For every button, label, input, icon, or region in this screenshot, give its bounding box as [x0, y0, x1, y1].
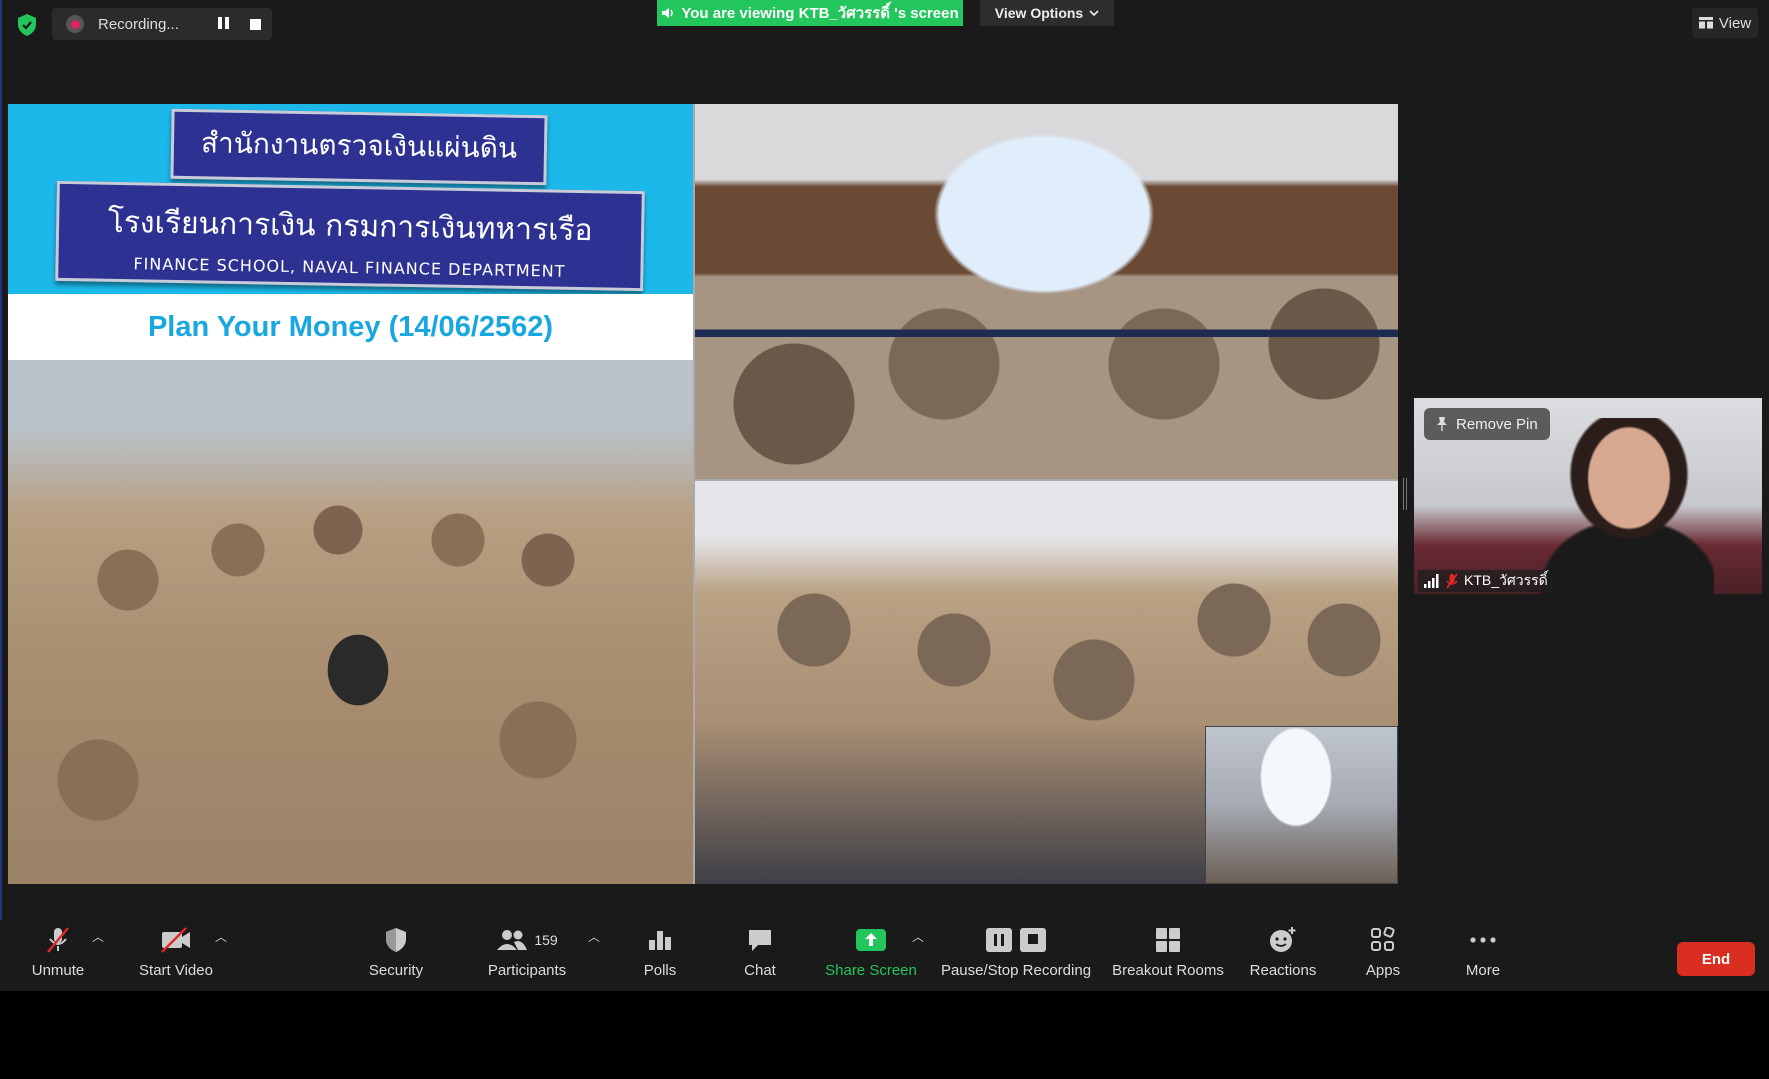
- meeting-toolbar: Unmute ︿ Start Video ︿ Security 159 Part…: [0, 920, 1769, 991]
- recording-text: Recording...: [98, 15, 179, 33]
- view-options-label: View Options: [994, 5, 1084, 21]
- more-label: More: [1465, 962, 1501, 979]
- polls-button[interactable]: Polls: [640, 920, 680, 991]
- share-screen-label: Share Screen: [825, 962, 917, 979]
- grid-view-icon: [1698, 17, 1713, 29]
- participant-name-tag: KTB_วัศวรรดิ์: [1418, 570, 1554, 592]
- photo-divider: [693, 104, 695, 884]
- viewing-screen-banner: You are viewing KTB_วัศวรรดิ์ 's screen: [657, 0, 963, 26]
- apps-label: Apps: [1365, 962, 1401, 979]
- participant-name: KTB_วัศวรรดิ์: [1464, 572, 1548, 588]
- participants-count: 159: [534, 932, 558, 948]
- speaker-icon: [662, 8, 674, 18]
- chat-bubble-icon: [746, 920, 774, 960]
- view-options-button[interactable]: View Options: [980, 0, 1114, 26]
- recording-dot-icon: [66, 15, 84, 33]
- classroom-inset-photo: [1205, 726, 1398, 884]
- participant-video: [1534, 418, 1714, 594]
- slide-plate-agency: สำนักงานตรวจเงินแผ่นดิน: [170, 108, 548, 186]
- pause-stop-icon: [985, 920, 1047, 960]
- remove-pin-label: Remove Pin: [1456, 415, 1538, 433]
- slide-header: สำนักงานตรวจเงินแผ่นดิน โรงเรียนการเงิน …: [8, 104, 693, 294]
- polls-label: Polls: [643, 962, 677, 979]
- apps-button[interactable]: Apps: [1362, 920, 1404, 991]
- slide-plate-school-thai: โรงเรียนการเงิน กรมการเงินทหารเรือ: [107, 204, 593, 249]
- pause-stop-recording-button[interactable]: Pause/Stop Recording: [940, 920, 1092, 991]
- view-button-label: View: [1718, 14, 1752, 32]
- classroom-presentation-photo: [694, 104, 1398, 480]
- shared-screen: สำนักงานตรวจเงินแผ่นดิน โรงเรียนการเงิน …: [8, 104, 1398, 884]
- view-button[interactable]: View: [1692, 8, 1758, 38]
- zoom-meeting-window: Recording... You are viewing KTB_วัศวรรด…: [0, 0, 1769, 1079]
- muted-mic-icon: [1446, 573, 1458, 589]
- start-video-button[interactable]: Start Video: [134, 920, 218, 991]
- slide-plate-school-english: FINANCE SCHOOL, NAVAL FINANCE DEPARTMENT: [133, 254, 566, 281]
- end-meeting-button[interactable]: End: [1677, 942, 1755, 976]
- security-label: Security: [368, 962, 424, 979]
- polls-icon: [647, 920, 673, 960]
- share-screen-button[interactable]: Share Screen: [824, 920, 918, 991]
- participants-options-caret-icon[interactable]: ︿: [588, 928, 600, 945]
- security-button[interactable]: Security: [364, 920, 428, 991]
- reactions-button[interactable]: Reactions: [1248, 920, 1318, 991]
- apps-icon: [1370, 920, 1396, 960]
- recording-indicator: Recording...: [52, 8, 272, 40]
- more-dots-icon: [1469, 920, 1497, 960]
- security-shield-icon: [384, 920, 408, 960]
- breakout-rooms-icon: [1154, 920, 1182, 960]
- slide-title: Plan Your Money (14/06/2562): [8, 294, 693, 360]
- group-selfie-photo: [8, 360, 693, 884]
- video-options-caret-icon[interactable]: ︿: [215, 928, 227, 945]
- unmute-button[interactable]: Unmute: [22, 920, 94, 991]
- reactions-smiley-icon: [1268, 920, 1298, 960]
- participants-button[interactable]: 159 Participants: [484, 920, 570, 991]
- slide-plate-school: โรงเรียนการเงิน กรมการเงินทหารเรือ FINAN…: [55, 180, 645, 292]
- pause-recording-icon[interactable]: [218, 17, 232, 31]
- pin-icon: [1437, 417, 1447, 431]
- more-button[interactable]: More: [1462, 920, 1504, 991]
- participant-video-tile[interactable]: Remove Pin KTB_วัศวรรดิ์: [1414, 398, 1762, 594]
- signal-strength-icon: [1424, 574, 1439, 588]
- chevron-down-icon: [1089, 10, 1099, 17]
- viewing-screen-text: You are viewing KTB_วัศวรรดิ์ 's screen: [681, 5, 959, 22]
- panel-resize-handle[interactable]: [1403, 478, 1407, 510]
- muted-mic-icon: [43, 920, 73, 960]
- participants-label: Participants: [487, 962, 567, 979]
- breakout-rooms-label: Breakout Rooms: [1112, 962, 1224, 979]
- start-video-label: Start Video: [139, 962, 213, 979]
- chat-button[interactable]: Chat: [740, 920, 780, 991]
- participants-icon: 159: [496, 920, 558, 960]
- video-off-icon: [160, 920, 192, 960]
- encryption-shield-icon[interactable]: [14, 12, 40, 38]
- pause-stop-recording-label: Pause/Stop Recording: [940, 962, 1092, 979]
- breakout-rooms-button[interactable]: Breakout Rooms: [1110, 920, 1226, 991]
- share-screen-icon: [855, 920, 887, 960]
- audio-options-caret-icon[interactable]: ︿: [92, 928, 104, 945]
- stop-recording-icon[interactable]: [250, 19, 261, 30]
- bottom-empty-area: [0, 991, 1769, 1079]
- remove-pin-button[interactable]: Remove Pin: [1424, 408, 1550, 440]
- unmute-label: Unmute: [31, 962, 85, 979]
- reactions-label: Reactions: [1249, 962, 1317, 979]
- chat-label: Chat: [744, 962, 776, 979]
- share-options-caret-icon[interactable]: ︿: [912, 928, 924, 945]
- photo-divider: [694, 479, 1398, 481]
